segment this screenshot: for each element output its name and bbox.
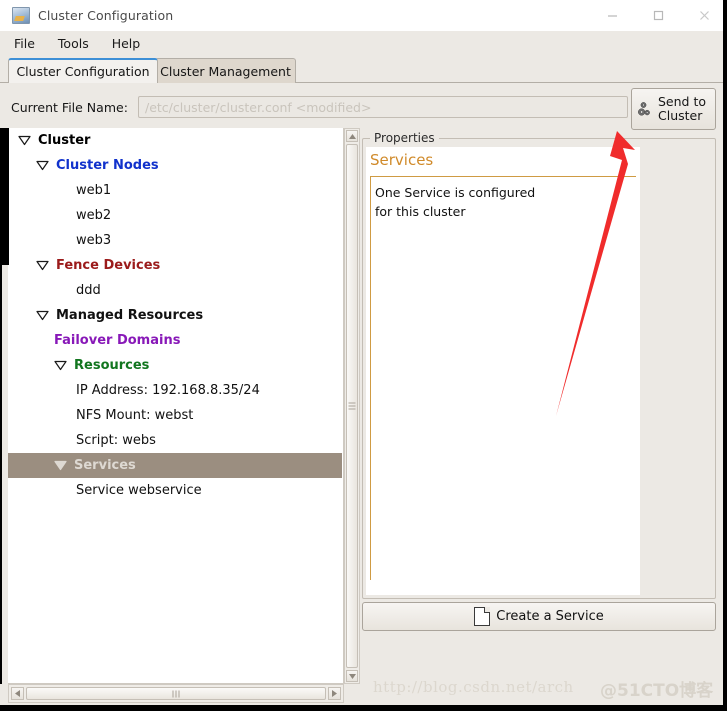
tree-item-label: Cluster bbox=[38, 133, 91, 148]
tree-item-label: web3 bbox=[76, 233, 112, 248]
tree-item-label: web1 bbox=[76, 183, 112, 198]
current-file-name-input[interactable]: /etc/cluster/cluster.conf <modified> bbox=[138, 96, 628, 118]
tree-item[interactable]: Failover Domains bbox=[8, 328, 342, 353]
window-bottom-edge bbox=[0, 705, 727, 711]
watermark-url: http://blog.csdn.net/arch bbox=[373, 678, 574, 696]
current-file-name-label: Current File Name: bbox=[11, 100, 128, 115]
menu-bar: File Tools Help bbox=[0, 31, 727, 57]
tree-horizontal-scrollbar[interactable] bbox=[8, 684, 344, 703]
tree-item[interactable]: Managed Resources bbox=[8, 303, 342, 328]
tree-item-label: Failover Domains bbox=[54, 333, 181, 348]
properties-legend: Properties bbox=[370, 131, 439, 145]
close-icon[interactable] bbox=[681, 0, 727, 31]
application-window: Cluster Configuration File Tools Help Cl… bbox=[0, 0, 727, 711]
chevron-down-icon[interactable] bbox=[18, 134, 33, 147]
create-a-service-label: Create a Service bbox=[496, 609, 604, 624]
tree-item[interactable]: NFS Mount: webst bbox=[8, 403, 342, 428]
properties-heading: Services bbox=[370, 151, 434, 169]
tab-cluster-configuration-label: Cluster Configuration bbox=[16, 64, 150, 79]
tree-item[interactable]: Script: webs bbox=[8, 428, 342, 453]
tree-item[interactable]: Cluster Nodes bbox=[8, 153, 342, 178]
window-right-edge bbox=[723, 0, 727, 711]
menu-file[interactable]: File bbox=[5, 34, 44, 53]
tree-item-label: Services bbox=[74, 458, 136, 473]
scroll-down-arrow[interactable] bbox=[346, 670, 358, 682]
tree-item-label: Managed Resources bbox=[56, 308, 204, 323]
chevron-down-icon[interactable] bbox=[54, 459, 69, 472]
tree-vertical-scroll-thumb[interactable] bbox=[346, 144, 358, 668]
window-edge-artifact-lower bbox=[0, 265, 2, 684]
properties-line-2: for this cluster bbox=[375, 204, 466, 219]
tree-item-label: Resources bbox=[74, 358, 150, 373]
maximize-icon[interactable] bbox=[635, 0, 681, 31]
tree-item[interactable]: ddd bbox=[8, 278, 342, 303]
create-a-service-button[interactable]: Create a Service bbox=[362, 602, 716, 631]
document-icon bbox=[474, 607, 491, 626]
gears-icon bbox=[637, 100, 655, 118]
window-controls bbox=[589, 0, 727, 31]
menu-help[interactable]: Help bbox=[103, 34, 150, 53]
watermark-tag: @51CTO博客 bbox=[600, 681, 714, 701]
tab-cluster-management-label: Cluster Management bbox=[160, 63, 291, 79]
scroll-thumb-grip bbox=[348, 401, 356, 412]
scroll-right-arrow[interactable] bbox=[328, 687, 341, 700]
tree-item-label: NFS Mount: webst bbox=[76, 408, 194, 423]
minimize-icon[interactable] bbox=[589, 0, 635, 31]
tree-item[interactable]: web3 bbox=[8, 228, 342, 253]
chevron-down-icon[interactable] bbox=[54, 359, 69, 372]
menu-tools-label: Tools bbox=[57, 36, 89, 51]
send-to-cluster-line1: Send to bbox=[658, 94, 707, 109]
tree-item-label: IP Address: 192.168.8.35/24 bbox=[76, 383, 260, 398]
scroll-up-arrow[interactable] bbox=[346, 130, 358, 142]
window-title: Cluster Configuration bbox=[38, 8, 174, 23]
tree-item[interactable]: Cluster bbox=[8, 128, 342, 153]
current-file-name-value: /etc/cluster/cluster.conf <modified> bbox=[145, 99, 372, 115]
tree-item[interactable]: web2 bbox=[8, 203, 342, 228]
tree-vertical-scrollbar[interactable] bbox=[344, 128, 360, 684]
chevron-down-icon[interactable] bbox=[36, 259, 51, 272]
scroll-thumb-grip-h bbox=[172, 690, 181, 697]
tree-item[interactable]: Services bbox=[8, 453, 342, 478]
tree-item[interactable]: IP Address: 192.168.8.35/24 bbox=[8, 378, 342, 403]
window-edge-artifact bbox=[0, 128, 9, 265]
title-bar: Cluster Configuration bbox=[0, 0, 727, 31]
tree-item-label: ddd bbox=[76, 283, 101, 298]
cluster-tree[interactable]: Cluster Cluster Nodes web1 web2 web3 Fence De… bbox=[8, 128, 342, 682]
chevron-down-icon[interactable] bbox=[36, 159, 51, 172]
tree-item[interactable]: Fence Devices bbox=[8, 253, 342, 278]
tree-item-label: Script: webs bbox=[76, 433, 156, 448]
tree-item-label: web2 bbox=[76, 208, 112, 223]
send-to-cluster-line2: Cluster bbox=[658, 108, 703, 123]
send-to-cluster-button[interactable]: Send to Cluster bbox=[631, 88, 716, 130]
tab-strip: Cluster Configuration Cluster Management bbox=[0, 56, 727, 83]
tree-item-label: Fence Devices bbox=[56, 258, 161, 273]
tree-item[interactable]: web1 bbox=[8, 178, 342, 203]
properties-content: Services One Service is configured for t… bbox=[366, 147, 640, 595]
cluster-tree-panel: Cluster Cluster Nodes web1 web2 web3 Fence De… bbox=[8, 128, 344, 684]
tree-item-label: Service webservice bbox=[76, 483, 202, 498]
properties-text-box: One Service is configured for this clust… bbox=[370, 176, 636, 580]
tree-item-label: Cluster Nodes bbox=[56, 158, 159, 173]
tree-horizontal-scroll-thumb[interactable] bbox=[26, 687, 326, 700]
properties-line-1: One Service is configured bbox=[375, 185, 536, 200]
tree-item[interactable]: Service webservice bbox=[8, 478, 342, 503]
tab-cluster-configuration[interactable]: Cluster Configuration bbox=[8, 58, 158, 83]
send-to-cluster-label: Send to Cluster bbox=[658, 95, 706, 123]
menu-tools[interactable]: Tools bbox=[49, 34, 98, 53]
tree-item[interactable]: Resources bbox=[8, 353, 342, 378]
menu-file-label: File bbox=[14, 36, 35, 51]
chevron-down-icon[interactable] bbox=[36, 309, 51, 322]
scroll-left-arrow[interactable] bbox=[11, 687, 24, 700]
menu-help-label: Help bbox=[111, 36, 141, 51]
app-icon bbox=[12, 7, 30, 24]
tab-cluster-management[interactable]: Cluster Management bbox=[155, 58, 296, 83]
